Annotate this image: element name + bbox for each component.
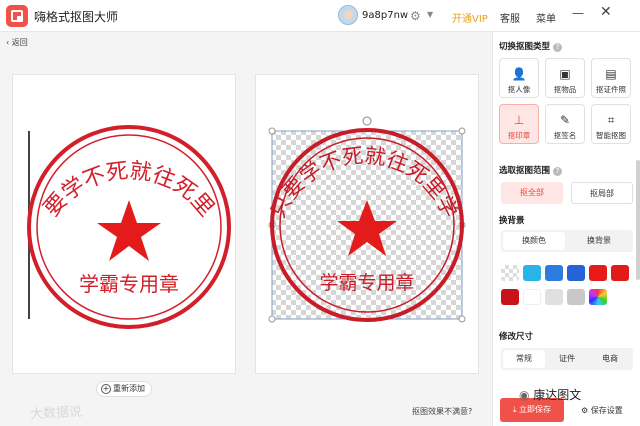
type-section-title: 切换抠图类型? [499, 40, 563, 52]
range-section-title: 选取抠图范围? [499, 164, 563, 176]
type-portrait[interactable]: 👤 抠人像 [499, 58, 539, 98]
stamp-icon: ⊥ [513, 113, 525, 127]
vip-button[interactable]: 开通VIP [452, 10, 488, 25]
tab-change-color[interactable]: 换颜色 [503, 232, 565, 250]
ai-icon: ⌗ [607, 113, 615, 127]
chevron-down-icon[interactable]: ▼ [427, 10, 433, 19]
menu-button[interactable]: 菜单 [536, 10, 556, 25]
rotate-handle-icon[interactable] [362, 116, 372, 126]
star-icon [97, 200, 161, 261]
person-icon: 👤 [511, 67, 527, 81]
result-image-panel: 只要学不死就往死里学 学霸专用章 [255, 74, 479, 374]
type-object[interactable]: ▣ 抠物品 [545, 58, 585, 98]
stamp-subtitle: 学霸专用章 [79, 272, 179, 296]
original-stamp-image: 只要学不死就往死里学 学霸专用章 [13, 75, 231, 329]
background-section-title: 换背景 [499, 216, 525, 226]
username[interactable]: 9a8p7nw [362, 10, 408, 21]
swatch-color[interactable] [501, 289, 519, 305]
readd-button[interactable]: + 重新添加 [96, 381, 152, 397]
title-bar: 嗨格式抠图大师 9a8p7nw ⚙ ▼ 开通VIP 客服 菜单 — ✕ [0, 0, 640, 32]
watermark-right: ◉ 康达图文 [519, 388, 582, 402]
plus-icon: + [101, 384, 111, 394]
bag-icon: ▣ [559, 67, 571, 81]
range-all-button[interactable]: 抠全部 [501, 182, 563, 204]
swatch-color[interactable] [567, 289, 585, 305]
swatch-color[interactable] [523, 265, 541, 281]
swatch-color[interactable] [567, 265, 585, 281]
resize-handle[interactable] [458, 315, 466, 323]
type-signature[interactable]: ✎ 抠签名 [545, 104, 585, 144]
service-button[interactable]: 客服 [500, 10, 520, 25]
range-part-button[interactable]: 抠局部 [571, 182, 633, 204]
minimize-icon[interactable]: — [572, 6, 584, 20]
sidebar-scrollbar[interactable] [636, 160, 640, 280]
swatch-color[interactable] [545, 265, 563, 281]
swatch-color[interactable] [545, 289, 563, 305]
tab-size-ecommerce[interactable]: 电商 [589, 350, 631, 368]
swatch-transparent[interactable] [501, 265, 519, 281]
swatch-color[interactable] [523, 289, 541, 305]
type-stamp[interactable]: ⊥ 抠印章 [499, 104, 539, 144]
back-button[interactable]: ‹ 返回 [6, 37, 28, 48]
original-image-panel: 只要学不死就往死里学 学霸专用章 [12, 74, 236, 374]
resize-handle[interactable] [268, 127, 276, 135]
save-settings-button[interactable]: ⚙ 保存设置 [581, 405, 623, 416]
result-stamp-image: 只要学不死就往死里学 学霸专用章 [266, 116, 466, 323]
pen-icon: ✎ [559, 113, 571, 127]
watermark-left: 大数据说 [29, 404, 83, 423]
swatch-color[interactable] [589, 265, 607, 281]
help-icon[interactable]: ? [553, 43, 563, 52]
gear-icon: ⚙ [581, 406, 591, 415]
resize-handle[interactable] [458, 127, 466, 135]
type-idphoto[interactable]: ▤ 抠证件照 [591, 58, 631, 98]
swatch-custom-gradient[interactable] [589, 289, 607, 305]
help-icon[interactable]: ? [553, 167, 563, 176]
tab-change-background[interactable]: 换背景 [567, 232, 631, 250]
feedback-link[interactable]: 抠图效果不满意? [412, 406, 472, 417]
result-stamp-subtitle: 学霸专用章 [319, 272, 414, 294]
settings-gear-icon[interactable]: ⚙ [410, 9, 421, 23]
swatch-color[interactable] [611, 265, 629, 281]
type-smart[interactable]: ⌗ 智能抠图 [591, 104, 631, 144]
tab-size-id[interactable]: 证件 [546, 350, 588, 368]
close-icon[interactable]: ✕ [600, 4, 612, 20]
wechat-icon: ◉ [519, 388, 534, 402]
app-logo [6, 5, 28, 27]
size-section-title: 修改尺寸 [499, 332, 534, 342]
user-avatar[interactable] [338, 5, 358, 25]
settings-sidebar: 切换抠图类型? 👤 抠人像 ▣ 抠物品 ▤ 抠证件照 ⊥ 抠印章 ✎ 抠签名 ⌗ 智能抠图 … [492, 32, 640, 426]
tab-size-normal[interactable]: 常规 [503, 350, 545, 368]
idcard-icon: ▤ [605, 67, 617, 81]
resize-handle[interactable] [268, 315, 276, 323]
app-title: 嗨格式抠图大师 [34, 10, 119, 24]
